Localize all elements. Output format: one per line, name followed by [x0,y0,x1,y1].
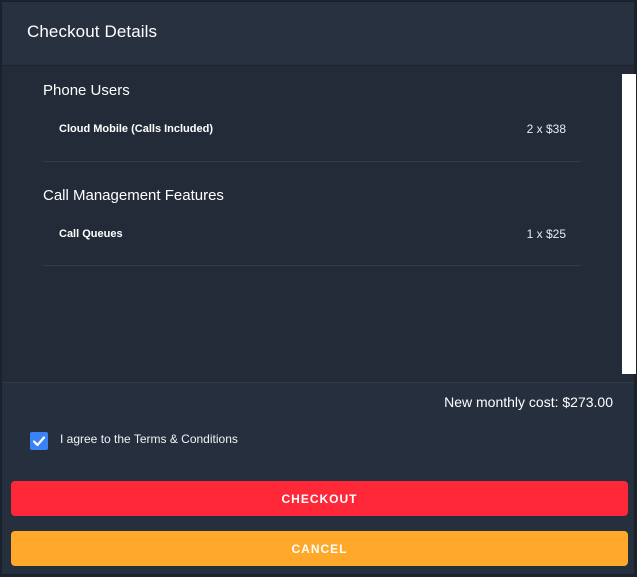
section-title-phone-users: Phone Users [43,82,130,99]
item-quantity-call-queues: 1 x $25 [526,227,566,241]
section-title-call-management: Call Management Features [43,187,224,204]
checkout-button[interactable]: CHECKOUT [11,481,628,516]
scrollbar[interactable] [622,74,636,374]
item-quantity-cloud-mobile: 2 x $38 [526,122,566,136]
terms-label[interactable]: I agree to the Terms & Conditions [60,432,238,446]
cancel-button[interactable]: CANCEL [11,531,628,566]
section-divider [43,265,581,266]
order-items-list[interactable]: Phone Users Cloud Mobile (Calls Included… [2,66,636,383]
modal-header: Checkout Details [2,2,634,66]
item-name-cloud-mobile: Cloud Mobile (Calls Included) [59,123,213,135]
new-monthly-cost: New monthly cost: $273.00 [444,394,613,410]
checkout-modal: Checkout Details Phone Users Cloud Mobil… [1,1,636,575]
checkmark-icon [32,436,46,447]
modal-title: Checkout Details [27,22,158,41]
section-divider [43,161,581,162]
item-name-call-queues: Call Queues [59,228,123,240]
terms-checkbox[interactable] [30,432,48,450]
